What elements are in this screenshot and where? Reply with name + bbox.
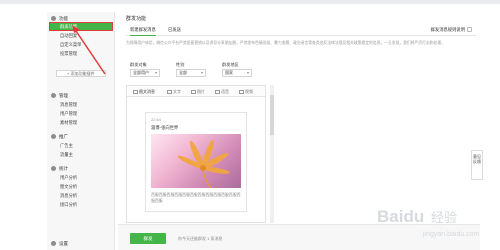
baidu-watermark-logo: Baidu 经验 jingyan.baidu.com <box>377 207 480 238</box>
tab-bar: 新建群发消息 已发送 群发消息规则说明 <box>126 26 476 36</box>
chevron-down-icon: ▾ <box>246 70 249 75</box>
video-icon <box>239 89 244 94</box>
sidebar-item-materials[interactable]: 素材管理 <box>50 119 112 126</box>
feedback-button[interactable]: 意见反馈 <box>471 150 483 180</box>
quota-note: 你今天还能群发 1 条消息 <box>178 236 223 241</box>
sidebar-item-message-analysis[interactable]: 消息分析 <box>50 192 112 199</box>
gender-label: 性别 <box>176 62 185 67</box>
sidebar-item-users[interactable]: 用户管理 <box>50 110 112 117</box>
manage-icon <box>51 93 56 99</box>
article-icon <box>133 89 138 94</box>
sidebar-item-api-analysis[interactable]: 接口分析 <box>50 201 112 208</box>
message-editor: 图文消息 文字 图片 语音 视频 22:54 淄博-张向世界 西服西服西服西服西… <box>126 85 266 223</box>
card-title: 淄博-张向世界 <box>151 125 179 130</box>
scrollbar-thumb[interactable] <box>270 95 274 135</box>
card-cover-image <box>151 134 241 188</box>
gender-select[interactable]: 全部 ▾ <box>176 69 206 77</box>
editor-tab-article[interactable]: 图文消息 <box>133 89 155 95</box>
chevron-down-icon: ▾ <box>200 70 203 75</box>
sidebar-item-article-analysis[interactable]: 图文分析 <box>50 183 112 190</box>
region-select[interactable]: 国家 ▾ <box>222 69 252 77</box>
editor-tab-bar: 图文消息 文字 图片 语音 视频 <box>127 86 265 97</box>
tab-sent[interactable]: 已发送 <box>168 27 181 33</box>
sidebar-group-features: 功能 <box>51 15 68 22</box>
send-button[interactable]: 群发 <box>130 233 166 244</box>
svg-text:经验: 经验 <box>431 210 457 226</box>
sidebar-group-manage: 管理 <box>51 92 68 99</box>
chevron-down-icon: ▾ <box>154 70 157 75</box>
card-time: 22:54 <box>151 117 162 122</box>
sidebar-group-promote: 推广 <box>51 133 68 140</box>
region-label: 群发地区 <box>222 62 239 67</box>
image-icon <box>191 89 196 94</box>
sidebar-item-messages[interactable]: 消息管理 <box>50 101 112 108</box>
recipients-select[interactable]: 全部用户 ▾ <box>130 69 160 77</box>
sidebar-item-advertiser[interactable]: 广告主 <box>50 142 112 149</box>
sidebar-group-settings: 设置 <box>51 240 68 247</box>
sidebar-group-stats: 统计 <box>51 165 68 172</box>
voice-icon <box>215 89 220 94</box>
editor-tab-image[interactable]: 图片 <box>191 89 205 95</box>
svg-text:jingyan.baidu.com: jingyan.baidu.com <box>422 231 480 238</box>
rules-link[interactable]: 群发消息规则说明 <box>431 27 472 33</box>
notice-text: 为保障用户体验，微信公众平台严禁恶意营销以及诱导分享朋友圈，严禁发布色情低俗、暴… <box>126 41 445 45</box>
pen-icon <box>167 89 172 94</box>
sidebar-item-publisher[interactable]: 流量主 <box>50 151 112 158</box>
editor-tab-text[interactable]: 文字 <box>167 89 181 95</box>
promote-icon <box>51 134 56 140</box>
card-summary: 西服西服西服西服西服西服西服西服西服西服西服西服西服 <box>151 192 241 203</box>
settings-icon <box>51 241 56 247</box>
features-icon <box>51 16 56 22</box>
tab-new-mass-message[interactable]: 新建群发消息 <box>130 27 156 36</box>
top-strip <box>0 0 500 4</box>
recipients-label: 群发对象 <box>130 62 147 67</box>
sidebar-item-user-analysis[interactable]: 用户分析 <box>50 174 112 181</box>
editor-scrollbar[interactable] <box>270 85 274 223</box>
flower-image <box>177 139 230 188</box>
svg-text:Baidu: Baidu <box>377 207 424 226</box>
page-title: 群发功能 <box>126 16 147 22</box>
article-card[interactable]: 22:54 淄博-张向世界 西服西服西服西服西服西服西服西服西服西服西服西服西服 <box>145 112 247 212</box>
help-icon <box>467 27 472 33</box>
stats-icon <box>51 166 56 172</box>
editor-tab-video[interactable]: 视频 <box>239 89 253 95</box>
editor-tab-voice[interactable]: 语音 <box>215 89 229 95</box>
